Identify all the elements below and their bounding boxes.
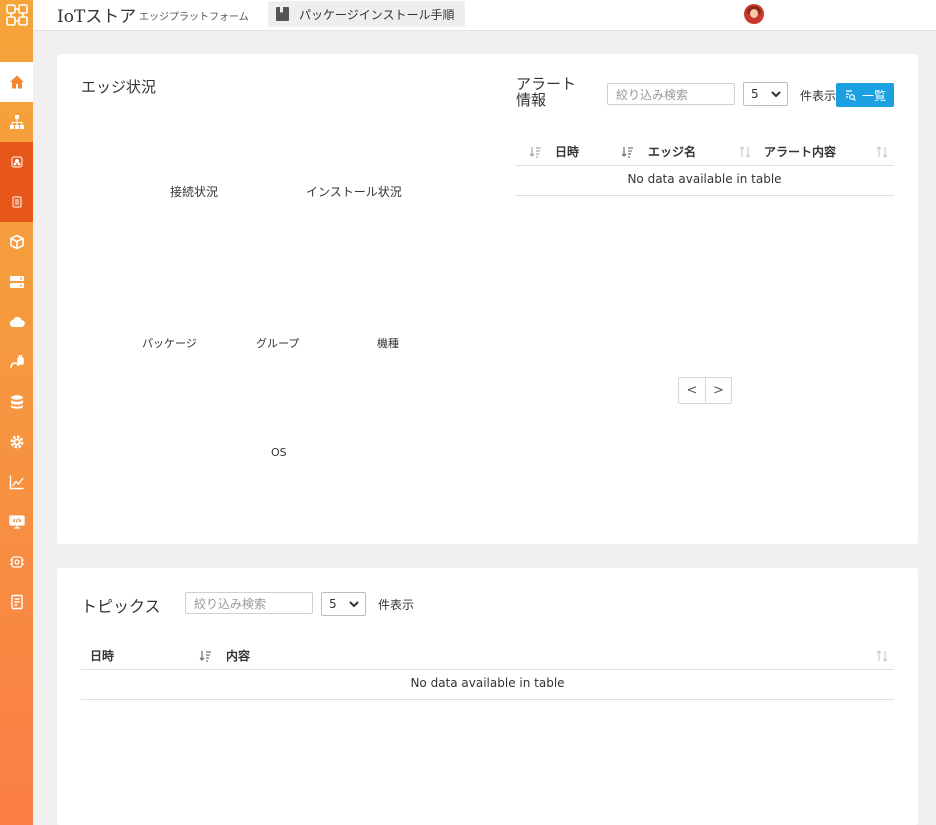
topics-panel: トピックス 絞り込み検索 5 件表示 日時 内容 No data availab… bbox=[57, 568, 918, 825]
top-header: IoTストア エッジプラットフォーム パッケージインストール手順 bbox=[33, 0, 936, 31]
sort-both-icon[interactable] bbox=[875, 649, 889, 663]
sub-doc-icon[interactable] bbox=[0, 182, 33, 222]
sort-both-icon[interactable] bbox=[875, 145, 889, 159]
topics-empty-message: No data available in table bbox=[410, 676, 565, 690]
app-title[interactable]: IoTストア bbox=[57, 2, 136, 27]
logo-icon[interactable] bbox=[0, 0, 33, 30]
alert-page-size-select[interactable]: 5 bbox=[743, 82, 788, 106]
monitor-code-icon[interactable] bbox=[0, 502, 33, 542]
chart-icon[interactable] bbox=[0, 462, 33, 502]
document-icon[interactable] bbox=[0, 582, 33, 622]
alert-pager: < > bbox=[678, 377, 732, 404]
edge-status-title: エッジ状況 bbox=[81, 78, 157, 96]
pager-next-button[interactable]: > bbox=[705, 378, 731, 403]
pager-prev-button[interactable]: < bbox=[679, 378, 705, 403]
book-icon bbox=[276, 7, 289, 21]
device-icon[interactable] bbox=[0, 542, 33, 582]
sidebar bbox=[0, 0, 33, 825]
network-icon[interactable] bbox=[0, 102, 33, 142]
alert-page-size-suffix: 件表示 bbox=[800, 89, 837, 103]
database-icon[interactable] bbox=[0, 382, 33, 422]
topics-col-datetime[interactable]: 日時 bbox=[90, 647, 114, 664]
model-label: 機種 bbox=[377, 337, 399, 350]
home-icon[interactable] bbox=[0, 62, 33, 102]
chevron-down-icon bbox=[771, 91, 781, 98]
user-avatar[interactable] bbox=[744, 4, 764, 24]
package-label: パッケージ bbox=[142, 337, 197, 350]
alert-col-datetime[interactable]: 日時 bbox=[555, 143, 579, 160]
alert-search-input[interactable]: 絞り込み検索 bbox=[607, 83, 735, 105]
cloud-icon[interactable] bbox=[0, 302, 33, 342]
alert-col-edge-name[interactable]: エッジ名 bbox=[648, 143, 696, 160]
group-label: グループ bbox=[256, 337, 300, 350]
list-search-icon bbox=[846, 89, 856, 101]
server-icon[interactable] bbox=[0, 262, 33, 302]
alert-empty-message: No data available in table bbox=[627, 172, 782, 186]
alert-table-divider bbox=[515, 195, 894, 196]
plugin-icon[interactable] bbox=[0, 342, 33, 382]
topics-page-size-select[interactable]: 5 bbox=[321, 592, 366, 616]
topics-title: トピックス bbox=[81, 597, 161, 616]
sort-asc-icon[interactable] bbox=[529, 145, 543, 159]
gear-icon[interactable] bbox=[0, 422, 33, 462]
dashboard-top-panel: エッジ状況 接続状況 インストール状況 パッケージ グループ 機種 OS アラー… bbox=[57, 54, 918, 544]
sort-desc-icon[interactable] bbox=[199, 649, 213, 663]
install-guide-button[interactable]: パッケージインストール手順 bbox=[268, 1, 465, 27]
connection-status-label: 接続状況 bbox=[170, 185, 219, 199]
os-label: OS bbox=[271, 446, 287, 459]
topics-col-content[interactable]: 内容 bbox=[226, 647, 250, 664]
alert-col-content[interactable]: アラート内容 bbox=[764, 143, 836, 160]
sub-app-icon[interactable] bbox=[0, 142, 33, 182]
topics-page-size-suffix: 件表示 bbox=[378, 598, 415, 612]
install-guide-label: パッケージインストール手順 bbox=[299, 7, 455, 22]
topics-search-input[interactable]: 絞り込み検索 bbox=[185, 592, 313, 614]
alert-header-divider bbox=[515, 165, 894, 166]
sort-desc-icon[interactable] bbox=[621, 145, 635, 159]
install-status-label: インストール状況 bbox=[306, 185, 402, 199]
sort-both-icon[interactable] bbox=[738, 145, 752, 159]
package-icon[interactable] bbox=[0, 222, 33, 262]
alert-list-button[interactable]: 一覧 bbox=[836, 83, 894, 107]
alert-title: アラート 情報 bbox=[516, 75, 577, 109]
app-subtitle: エッジプラットフォーム bbox=[139, 12, 249, 23]
topics-header-divider bbox=[81, 669, 894, 670]
topics-table-divider bbox=[81, 699, 894, 700]
chevron-down-icon bbox=[349, 601, 359, 608]
